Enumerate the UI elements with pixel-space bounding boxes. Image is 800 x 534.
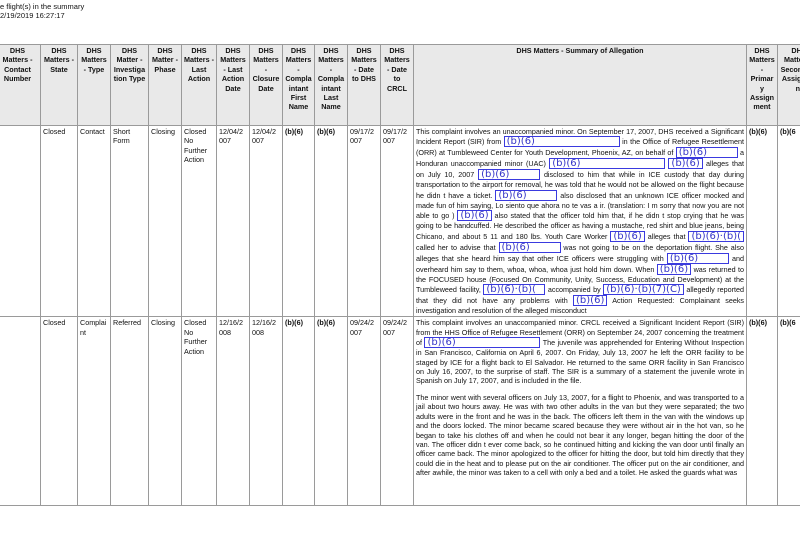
summary-text: called her to advise that: [416, 242, 496, 252]
report-timestamp: 2/19/2019 16:27:17: [0, 11, 65, 20]
col-header-complainant-last-name: DHS Matters - Compla intant Last Name: [314, 44, 348, 126]
redaction-box: (b)(6): [503, 136, 620, 148]
table-row: Closed Contact Short Form Closing Closed…: [0, 124, 800, 318]
col-header-date-to-dhs: DHS Matters - Date to DHS: [347, 44, 381, 126]
col-header-last-action: DHS Matters - Last Action: [181, 44, 217, 126]
col-header-primary-assignment: DHS Matters - Primary Assign ment: [746, 44, 778, 126]
cell-contact-number: [0, 316, 41, 507]
col-header-date-to-crcl: DHS Matters - Date to CRCL: [380, 44, 414, 126]
redaction-box: (b)(6): [656, 263, 692, 275]
redaction-box: (b)(6): [549, 158, 666, 170]
cell-type: Contact: [77, 124, 111, 318]
redaction-box: (b)(6): [498, 241, 561, 253]
cell-investigation-type: Short Form: [110, 124, 149, 318]
cell-primary-assignment: (b)(6): [746, 316, 778, 507]
col-header-summary-of-allegation: DHS Matters - Summary of Allegation: [413, 44, 747, 126]
cell-state: Closed: [40, 316, 78, 507]
cell-date-to-dhs: 09/17/2 007: [347, 124, 381, 318]
cell-date-to-crcl: 09/17/2 007: [380, 124, 414, 318]
summary-text: alleges that: [647, 231, 686, 241]
col-header-type: DHS Matters - Type: [77, 44, 111, 126]
redaction-box: (b)(6): [457, 210, 492, 222]
cell-secondary-assignment: (b)(6: [777, 316, 800, 507]
cell-investigation-type: Referred: [110, 316, 149, 507]
report-filter-note: e flight(s) in the summary: [0, 2, 85, 11]
col-header-closure-date: DHS Matters - Closure Date: [249, 44, 283, 126]
cell-type: Complai nt: [77, 316, 111, 507]
redaction-box: (b)(6): [424, 337, 541, 349]
col-header-secondary-assignment: DHS Matters - Secondary Assignment: [777, 44, 800, 126]
table-row: Closed Complai nt Referred Closing Close…: [0, 316, 800, 507]
cell-first-name: (b)(6): [282, 316, 315, 507]
cell-last-action: Closed No Further Action: [181, 124, 217, 318]
cell-closure-date: 12/04/2 007: [249, 124, 283, 318]
cell-summary: This complaint involves an unaccompanied…: [413, 124, 747, 318]
cell-last-action-date: 12/04/2 007: [216, 124, 250, 318]
cell-summary: This complaint involves an unaccompanied…: [413, 316, 747, 507]
cell-first-name: (b)(6): [282, 124, 315, 318]
col-header-last-action-date: DHS Matters - Last Action Date: [216, 44, 250, 126]
cell-closure-date: 12/16/2 008: [249, 316, 283, 507]
redaction-box: (b)(6)·(b)(: [483, 284, 546, 296]
matters-table: DHS Matters - Contact Number DHS Matters…: [0, 44, 800, 507]
cell-last-name: (b)(6): [314, 124, 348, 318]
cell-last-action-date: 12/16/2 008: [216, 316, 250, 507]
table-header-row: DHS Matters - Contact Number DHS Matters…: [0, 44, 800, 126]
col-header-state: DHS Matters - State: [40, 44, 78, 126]
redaction-box: (b)(6)·(b)(7)(C): [603, 284, 684, 296]
redaction-box: (b)(6): [668, 158, 703, 170]
report-header: e flight(s) in the summary 2/19/2019 16:…: [0, 2, 84, 20]
redaction-box: (b)(6): [495, 189, 558, 201]
cell-last-name: (b)(6): [314, 316, 348, 507]
cell-primary-assignment: (b)(6): [746, 124, 778, 318]
col-header-investigation-type: DHS Matter - Investiga tion Type: [110, 44, 149, 126]
cell-date-to-crcl: 09/24/2 007: [380, 316, 414, 507]
col-header-phase: DHS Matter - Phase: [148, 44, 182, 126]
col-header-contact-number: DHS Matters - Contact Number: [0, 44, 41, 126]
col-header-complainant-first-name: DHS Matters - Compla intant First Name: [282, 44, 315, 126]
redaction-box: (b)(6)·(b)(: [688, 230, 744, 242]
summary-text: accompanied by: [547, 285, 601, 295]
cell-phase: Closing: [148, 316, 182, 507]
cell-date-to-dhs: 09/24/2 007: [347, 316, 381, 507]
redaction-box: (b)(6): [610, 230, 645, 242]
redaction-box: (b)(6): [666, 252, 729, 264]
redaction-box: (b)(6): [478, 169, 541, 181]
cell-last-action: Closed No Further Action: [181, 316, 217, 507]
redaction-box: (b)(6): [675, 147, 738, 159]
redaction-box: (b)(6): [573, 295, 608, 307]
cell-contact-number: [0, 124, 41, 318]
cell-phase: Closing: [148, 124, 182, 318]
cell-secondary-assignment: (b)(6: [777, 124, 800, 318]
cell-state: Closed: [40, 124, 78, 318]
summary-text: The minor went with several officers on …: [416, 392, 744, 478]
